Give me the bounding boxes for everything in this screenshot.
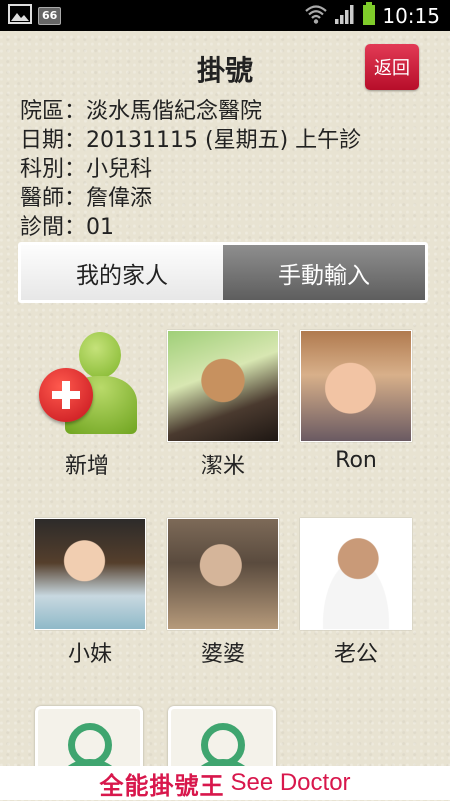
member-name: Ron bbox=[335, 448, 377, 473]
info-separator: ： bbox=[64, 157, 87, 182]
member-name: 新增 bbox=[64, 454, 109, 479]
info-value: 小兒科 bbox=[86, 157, 153, 182]
info-label: 診間 bbox=[20, 215, 65, 240]
wifi-icon bbox=[304, 3, 328, 29]
add-user-icon bbox=[31, 330, 143, 442]
member-laogong[interactable]: 老公 bbox=[299, 518, 413, 668]
info-value: 淡水馬偕紀念醫院 bbox=[86, 99, 263, 124]
info-value: 20131115 (星期五) 上午診 bbox=[86, 128, 362, 153]
avatar bbox=[167, 518, 279, 630]
info-label: 醫師 bbox=[20, 186, 65, 211]
header: 掛號 返回 bbox=[0, 31, 450, 101]
signal-icon bbox=[334, 3, 356, 29]
avatar bbox=[300, 330, 412, 442]
member-name: 潔米 bbox=[200, 454, 245, 479]
battery-icon bbox=[362, 2, 376, 30]
info-row-room: 診間：01 bbox=[20, 213, 361, 242]
info-label: 科別 bbox=[20, 157, 65, 182]
avatar bbox=[300, 518, 412, 630]
info-value: 01 bbox=[86, 215, 115, 240]
brand-logo-text: 全能掛號王 bbox=[99, 771, 225, 800]
back-button[interactable]: 返回 bbox=[365, 44, 419, 90]
info-row-department: 科別：小兒科 bbox=[20, 155, 361, 184]
image-icon bbox=[8, 4, 32, 28]
tab-my-family[interactable]: 我的家人 bbox=[21, 245, 223, 300]
appointment-info: 院區：淡水馬偕紀念醫院 日期：20131115 (星期五) 上午診 科別：小兒科… bbox=[20, 97, 361, 242]
avatar bbox=[167, 330, 279, 442]
member-name: 小妹 bbox=[67, 642, 112, 667]
member-name: 婆婆 bbox=[200, 642, 245, 667]
status-bar: 66 10:15 bbox=[0, 0, 450, 31]
tab-bar: 我的家人 手動輸入 bbox=[18, 242, 428, 303]
avatar bbox=[34, 518, 146, 630]
info-label: 日期 bbox=[20, 128, 65, 153]
member-xiaomei[interactable]: 小妹 bbox=[33, 518, 147, 668]
info-row-date: 日期：20131115 (星期五) 上午診 bbox=[20, 126, 361, 155]
member-name: 老公 bbox=[333, 642, 378, 667]
member-jiemi[interactable]: 潔米 bbox=[166, 330, 280, 480]
clock: 10:15 bbox=[382, 4, 440, 28]
add-member-button[interactable]: 新增 bbox=[30, 330, 144, 480]
info-separator: ： bbox=[64, 186, 87, 211]
info-separator: ： bbox=[64, 215, 87, 240]
info-row-campus: 院區：淡水馬偕紀念醫院 bbox=[20, 97, 361, 126]
tab-manual-input[interactable]: 手動輸入 bbox=[223, 245, 425, 300]
info-separator: ： bbox=[64, 99, 87, 124]
info-label: 院區 bbox=[20, 99, 65, 124]
plus-icon bbox=[39, 368, 93, 422]
member-popo[interactable]: 婆婆 bbox=[166, 518, 280, 668]
member-ron[interactable]: Ron bbox=[299, 330, 413, 473]
brand-tagline: See Doctor bbox=[230, 769, 351, 796]
notification-badge: 66 bbox=[38, 7, 62, 25]
footer-banner: 全能掛號王 See Doctor bbox=[0, 766, 450, 800]
info-value: 詹偉添 bbox=[86, 186, 153, 211]
info-separator: ： bbox=[64, 128, 87, 153]
info-row-doctor: 醫師：詹偉添 bbox=[20, 184, 361, 213]
